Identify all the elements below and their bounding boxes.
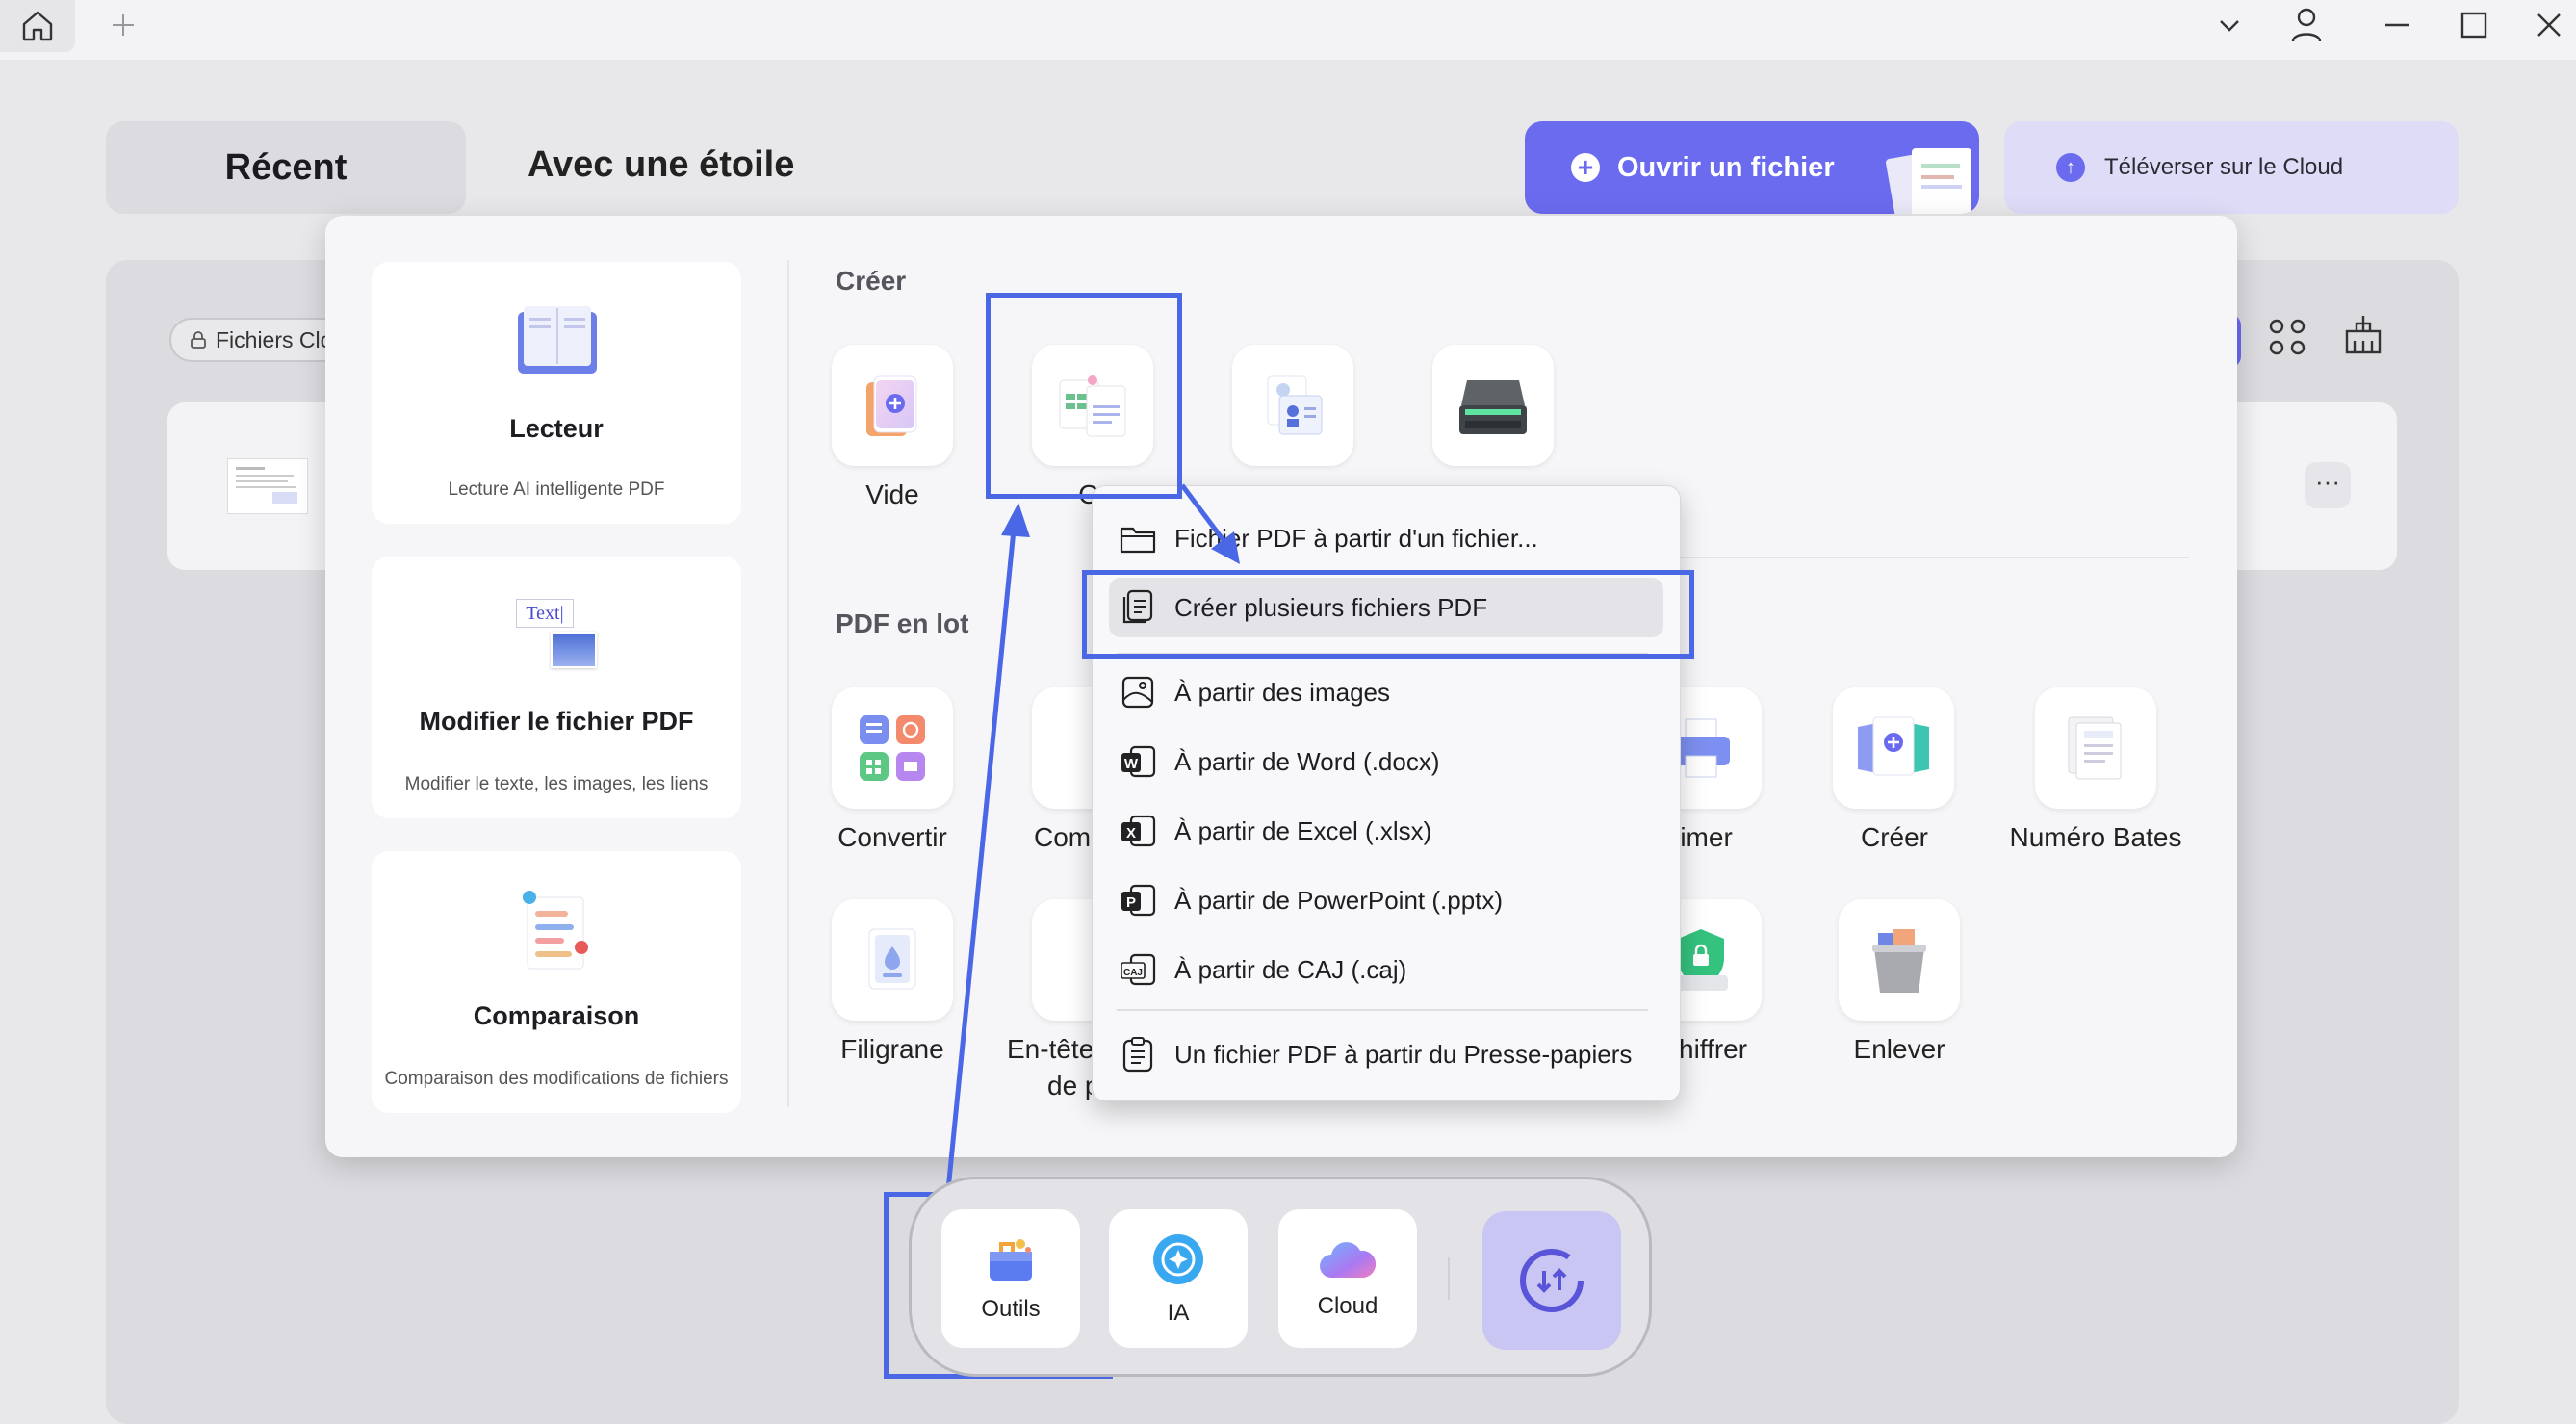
dock-cloud-label: Cloud [1317, 1293, 1378, 1319]
ai-sparkle-icon [1153, 1234, 1203, 1284]
cloud-icon [1320, 1242, 1377, 1278]
sync-icon [1520, 1249, 1584, 1312]
dock-ai-button[interactable]: IA [1109, 1209, 1248, 1348]
toolbox-icon [990, 1239, 1032, 1281]
dock-tools-label: Outils [981, 1296, 1041, 1322]
dock-tools-button[interactable]: Outils [941, 1209, 1080, 1348]
dock-cloud-button[interactable]: Cloud [1278, 1209, 1417, 1348]
dock-ai-label: IA [1167, 1300, 1190, 1326]
dock-sync-button[interactable] [1482, 1211, 1621, 1350]
dock-separator [1448, 1257, 1450, 1300]
